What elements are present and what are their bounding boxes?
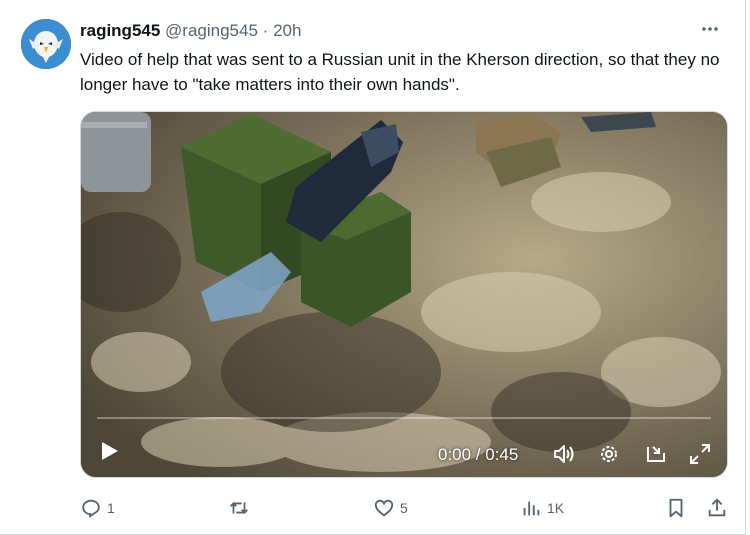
reply-count: 1 [107, 500, 115, 516]
reply-icon [82, 499, 100, 519]
video-progress-bar[interactable] [97, 417, 711, 419]
avatar[interactable] [21, 19, 71, 69]
share-button[interactable] [706, 494, 728, 522]
video-player[interactable]: 0:00 / 0:45 [80, 111, 728, 478]
play-button[interactable] [97, 439, 121, 463]
tweet-time[interactable]: 20h [273, 21, 301, 40]
bookmark-button[interactable] [665, 494, 687, 522]
tweet-text: Video of help that was sent to a Russian… [80, 50, 720, 94]
settings-button[interactable] [596, 441, 622, 467]
tweet-actions: 1 5 1K [80, 494, 730, 522]
play-icon [102, 442, 118, 460]
like-button[interactable]: 5 [373, 494, 408, 522]
tweet-header: raging545 @raging545 · 20h [80, 19, 301, 43]
user-handle[interactable]: @raging545 [165, 21, 258, 40]
retweet-icon [230, 502, 248, 514]
views-button[interactable]: 1K [520, 494, 564, 522]
views-count: 1K [547, 500, 565, 516]
video-time: 0:00 / 0:45 [438, 445, 519, 464]
like-count: 5 [400, 500, 408, 516]
video-controls: 0:00 / 0:45 [81, 417, 727, 477]
gear-icon [601, 446, 617, 462]
share-icon [708, 498, 726, 517]
more-horizontal-icon [702, 27, 718, 31]
picture-in-picture-icon [647, 446, 665, 462]
more-button[interactable] [695, 14, 725, 44]
volume-icon [554, 445, 574, 463]
heart-icon [374, 499, 394, 517]
picture-in-picture-button[interactable] [643, 441, 669, 467]
eagle-avatar-icon [21, 19, 71, 69]
display-name[interactable]: raging545 [80, 21, 160, 40]
retweet-button[interactable] [228, 494, 255, 522]
reply-button[interactable]: 1 [80, 494, 115, 522]
analytics-icon [523, 501, 540, 516]
fullscreen-icon [690, 444, 710, 464]
bookmark-icon [669, 498, 683, 518]
separator-dot: · [262, 21, 269, 40]
tweet-card[interactable]: raging545 @raging545 · 20h Video of help… [0, 0, 746, 535]
fullscreen-button[interactable] [687, 441, 713, 467]
volume-button[interactable] [551, 441, 577, 467]
